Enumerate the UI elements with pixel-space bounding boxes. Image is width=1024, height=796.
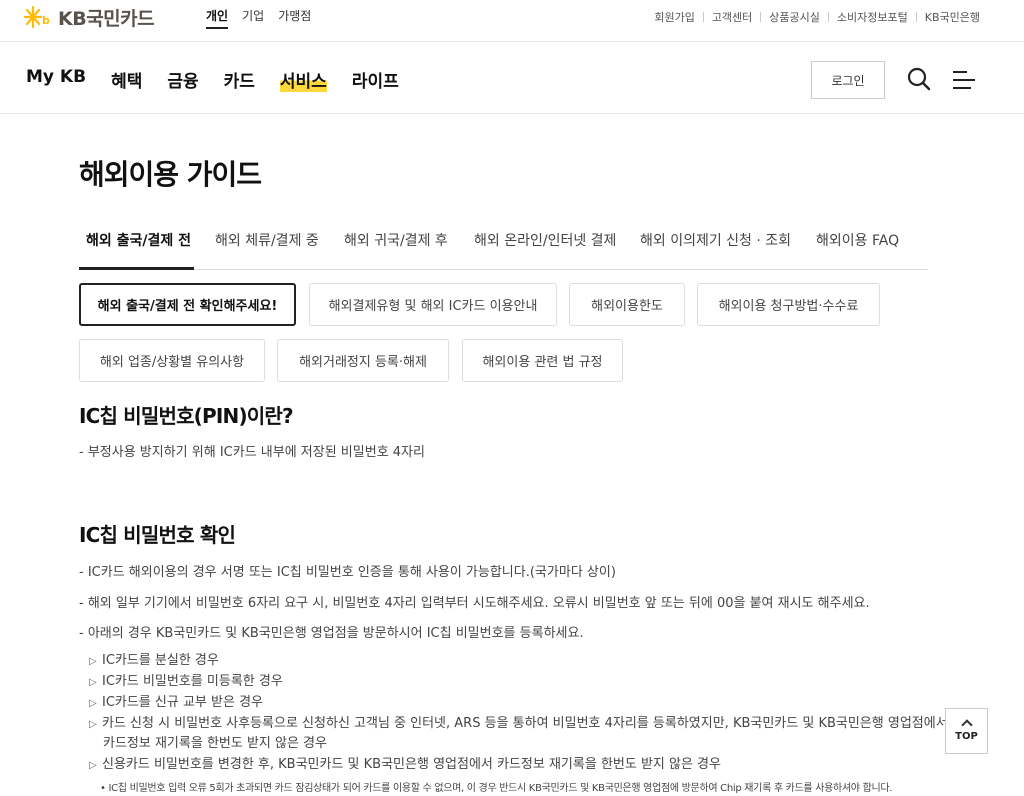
chip-legal-rules[interactable]: 해외이용 관련 법 규정 — [462, 339, 623, 382]
chip-transaction-block[interactable]: 해외거래정지 등록·해제 — [277, 339, 449, 382]
main-menu: My KB 혜택 금융 카드 서비스 라이프 — [26, 67, 424, 92]
login-button[interactable]: 로그인 — [811, 61, 885, 99]
util-links: 회원가입 고객센터 상품공시실 소비자정보포털 KB국민은행 — [654, 9, 980, 25]
chip-check-before-departure[interactable]: 해외 출국/결제 전 확인해주세요! — [79, 283, 296, 326]
triangle-bullet-icon: ▷ — [89, 698, 97, 709]
customer-segment-nav: 개인 기업 가맹점 — [206, 7, 311, 29]
main-nav: My KB 혜택 금융 카드 서비스 라이프 로그인 — [0, 43, 1024, 114]
section-heading-pin-check: IC칩 비밀번호 확인 — [79, 523, 236, 547]
link-consumer-portal[interactable]: 소비자정보포털 — [837, 9, 908, 25]
triangle-bullet-icon: ▷ — [89, 656, 97, 667]
case-item: ▷ IC카드 비밀번호를 미등록한 경우 — [89, 674, 283, 689]
info-line: - 아래의 경우 KB국민카드 및 KB국민은행 영업점을 방문하시어 IC칩 … — [79, 626, 584, 641]
top-label: TOP — [955, 730, 978, 742]
link-customer-center[interactable]: 고객센터 — [712, 9, 752, 25]
case-item: ▷ IC카드를 분실한 경우 — [89, 653, 219, 668]
scroll-top-button[interactable]: TOP — [945, 708, 988, 754]
case-item: ▷ 신용카드 비밀번호를 변경한 후, KB국민카드 및 KB국민은행 영업점에서… — [89, 757, 721, 772]
tab-during-stay[interactable]: 해외 체류/결제 중 — [215, 230, 319, 250]
chip-business-notes[interactable]: 해외 업종/상황별 유의사항 — [79, 339, 265, 382]
logo-text: KB국민카드 — [58, 7, 155, 30]
tab-dispute[interactable]: 해외 이의제기 신청 · 조회 — [640, 230, 791, 250]
triangle-bullet-icon: ▷ — [89, 719, 97, 730]
case-item: ▷ 카드 신청 시 비밀번호 사후등록으로 신청하신 고객님 중 인터넷, ARS… — [89, 716, 948, 731]
segment-business[interactable]: 기업 — [242, 7, 264, 29]
case-item: ▷ IC카드를 신규 교부 받은 경우 — [89, 695, 264, 710]
utility-bar: b KB국민카드 개인 기업 가맹점 회원가입 고객센터 상품공시실 소비자정보… — [0, 0, 1024, 42]
tab-faq[interactable]: 해외이용 FAQ — [816, 230, 899, 250]
info-line: - 해외 일부 기기에서 비밀번호 6자리 요구 시, 비밀번호 4자리 입력부… — [79, 596, 870, 611]
guide-tabs: 해외 출국/결제 전 해외 체류/결제 중 해외 귀국/결제 후 해외 온라인/… — [79, 214, 928, 270]
chip-overseas-limit[interactable]: 해외이용한도 — [569, 283, 685, 326]
menu-life[interactable]: 라이프 — [352, 67, 399, 92]
menu-finance[interactable]: 금융 — [167, 67, 198, 92]
chip-payment-types[interactable]: 해외결제유형 및 해외 IC카드 이용안내 — [309, 283, 557, 326]
chip-billing-fees[interactable]: 해외이용 청구방법·수수료 — [697, 283, 880, 326]
link-kb-bank[interactable]: KB국민은행 — [925, 9, 980, 25]
chevron-up-icon — [960, 718, 973, 731]
section-heading-pin: IC칩 비밀번호(PIN)이란? — [79, 404, 294, 428]
active-tab-indicator — [79, 267, 194, 270]
menu-benefits[interactable]: 혜택 — [111, 67, 142, 92]
svg-text:b: b — [42, 14, 50, 27]
tab-before-departure[interactable]: 해외 출국/결제 전 — [86, 230, 191, 250]
menu-card[interactable]: 카드 — [224, 67, 255, 92]
segment-personal[interactable]: 개인 — [206, 7, 229, 29]
star-logo-icon: b — [23, 5, 54, 29]
divider — [760, 12, 762, 22]
link-signup[interactable]: 회원가입 — [654, 9, 694, 25]
kb-card-logo[interactable]: b KB국민카드 — [23, 4, 155, 30]
info-line: - IC카드 해외이용의 경우 서명 또는 IC칩 비밀번호 인증을 통해 사용… — [79, 565, 616, 580]
menu-my-kb[interactable]: My KB — [26, 67, 86, 92]
tab-after-return[interactable]: 해외 귀국/결제 후 — [344, 230, 448, 250]
segment-merchant[interactable]: 가맹점 — [278, 7, 311, 29]
triangle-bullet-icon: ▷ — [89, 760, 97, 771]
search-icon[interactable] — [907, 67, 931, 91]
tab-online-payment[interactable]: 해외 온라인/인터넷 결제 — [474, 230, 616, 250]
link-product-disclosure[interactable]: 상품공시실 — [769, 9, 820, 25]
pin-description: - 부정사용 방지하기 위해 IC카드 내부에 저장된 비밀번호 4자리 — [79, 445, 425, 460]
divider — [702, 12, 704, 22]
triangle-bullet-icon: ▷ — [89, 677, 97, 688]
case-item-continued: 카드정보 재기록을 한번도 받지 않은 경우 — [103, 736, 327, 751]
page-title: 해외이용 가이드 — [79, 158, 262, 191]
hamburger-menu-icon[interactable] — [952, 69, 976, 91]
divider — [827, 12, 829, 22]
menu-service[interactable]: 서비스 — [279, 67, 327, 92]
divider — [915, 12, 917, 22]
warning-note: • IC칩 비밀번호 입력 오류 5회가 초과되면 카드 잠김상태가 되어 카드… — [100, 783, 893, 794]
